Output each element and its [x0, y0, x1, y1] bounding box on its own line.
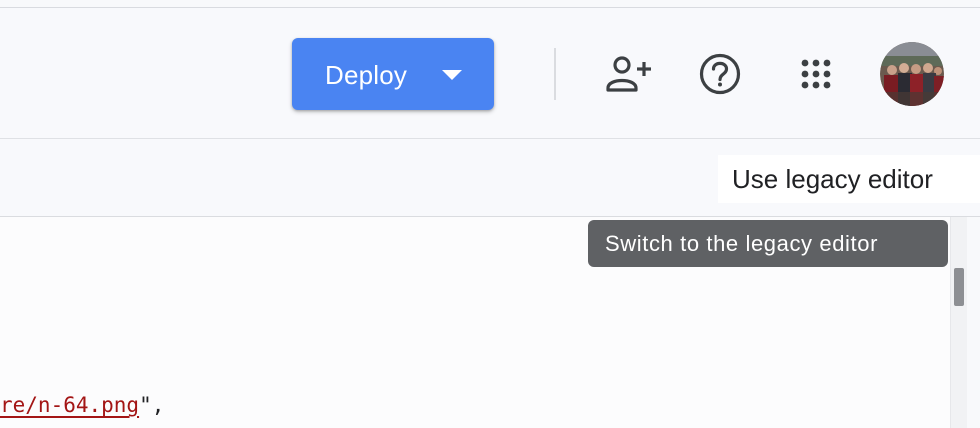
apps-grid-icon [801, 59, 831, 89]
account-avatar[interactable] [880, 42, 944, 106]
editor-scrollbar-thumb[interactable] [954, 268, 964, 306]
apps-button[interactable] [790, 48, 842, 100]
code-string-link[interactable]: re/n-64.png [0, 393, 139, 417]
help-icon [699, 53, 741, 95]
code-line: re/n-64.png", [0, 393, 164, 417]
editor-scrollbar-track[interactable] [950, 217, 967, 428]
avatar-photo [880, 42, 944, 106]
code-punctuation: ", [139, 393, 165, 417]
add-person-button[interactable] [602, 48, 654, 100]
add-person-icon [606, 56, 651, 92]
legacy-editor-tooltip: Switch to the legacy editor [588, 220, 948, 267]
deploy-button[interactable]: Deploy [292, 38, 494, 110]
use-legacy-editor-button[interactable]: Use legacy editor [718, 155, 980, 203]
caret-down-icon[interactable] [442, 70, 462, 80]
header-divider [554, 48, 556, 100]
help-button[interactable] [694, 48, 746, 100]
deploy-button-label: Deploy [325, 60, 408, 90]
